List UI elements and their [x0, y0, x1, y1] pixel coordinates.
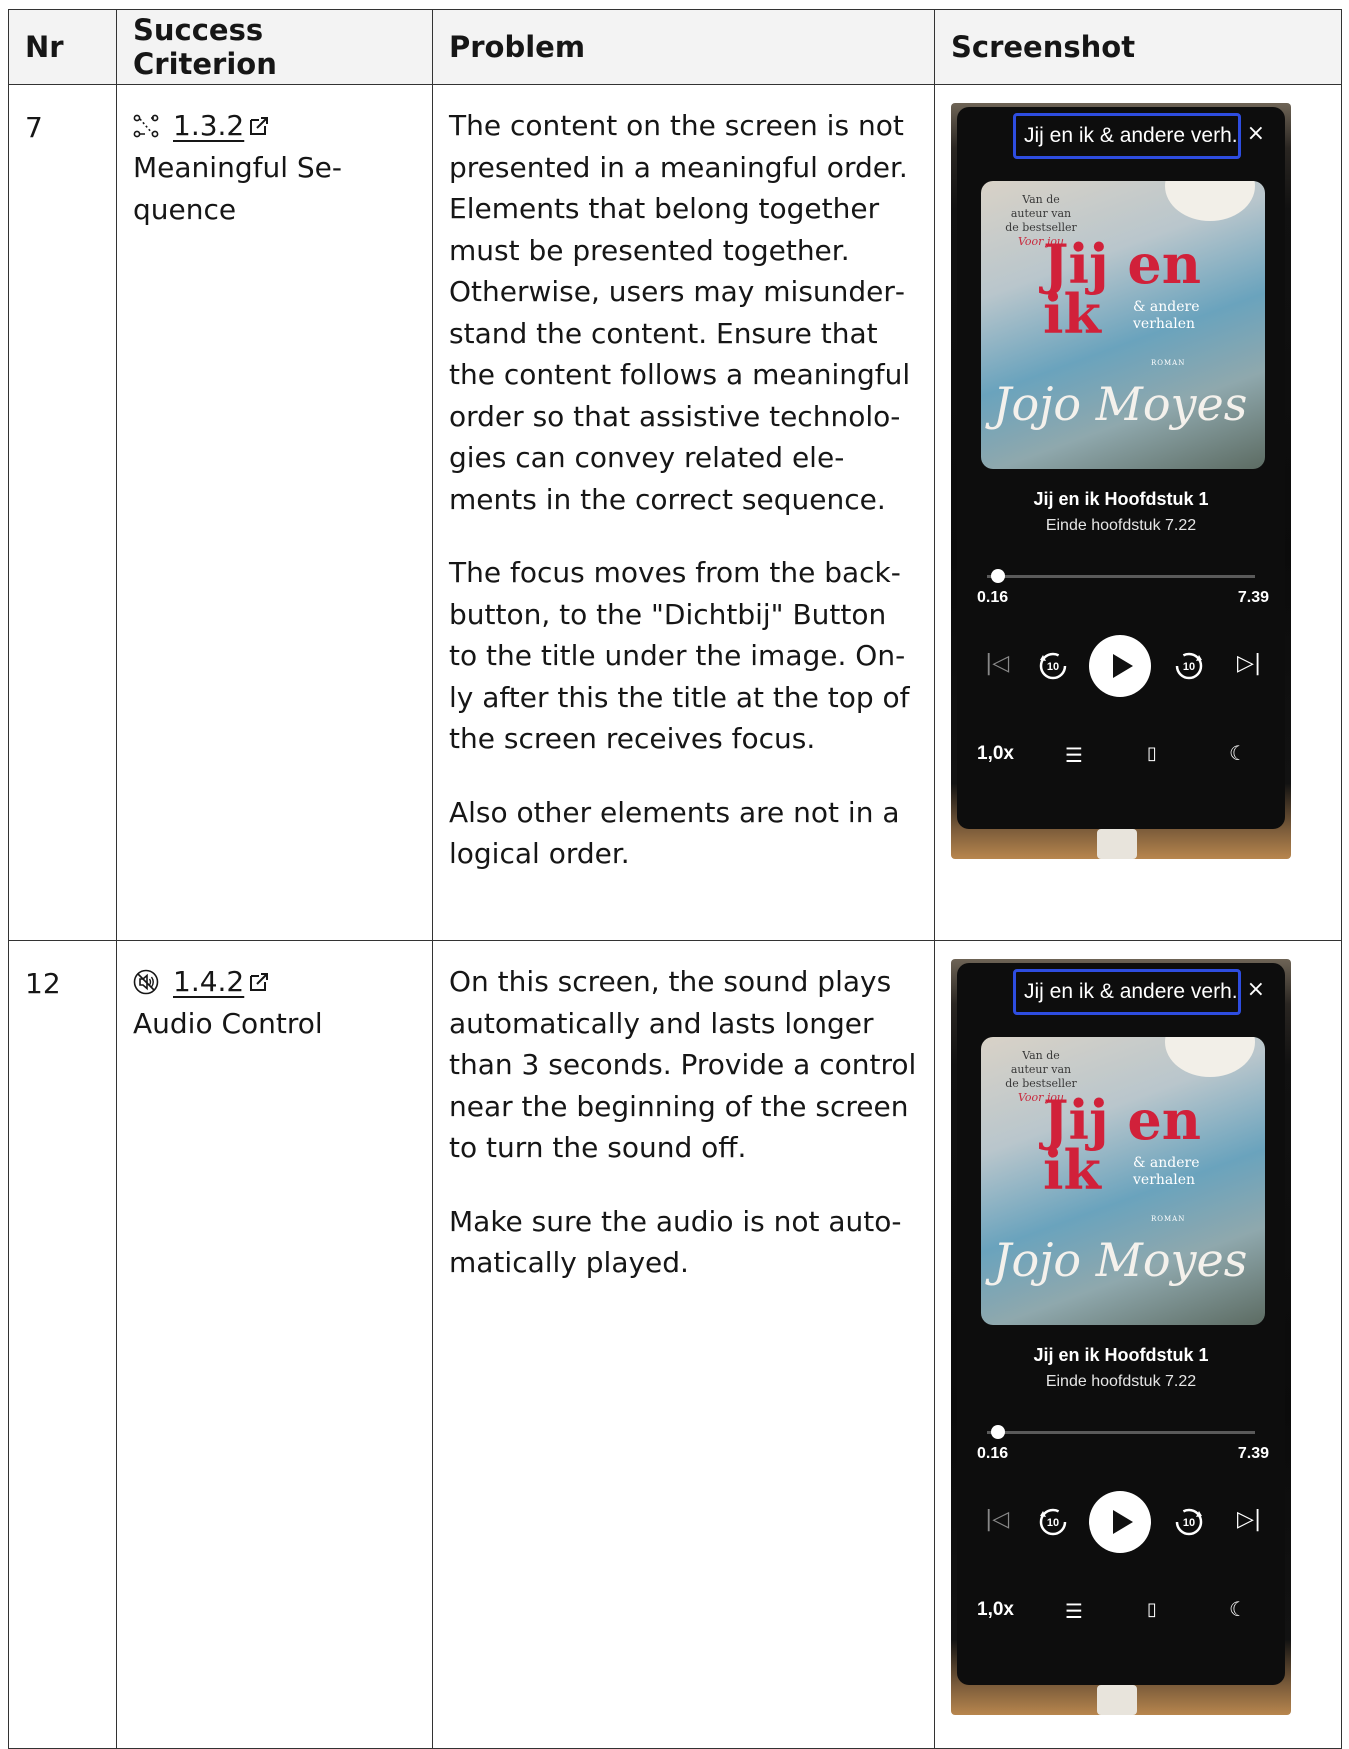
playback-speed: 1,0x: [977, 743, 1014, 764]
sleep-timer-icon: ☾: [1229, 1597, 1247, 1621]
playback-speed: 1,0x: [977, 1599, 1014, 1620]
forward-10-icon: 10: [1175, 652, 1203, 680]
screenshot-cell: Jij en ik & andere verh... × Van de aute…: [934, 940, 1342, 1749]
problem-cell: On this screen, the sound plays automati…: [432, 940, 935, 1749]
chapters-list-icon: ☰: [1065, 1599, 1083, 1623]
track-title: Jij en ik Hoofdstuk 1: [1033, 1345, 1209, 1365]
progress-track: [987, 1431, 1255, 1434]
external-link-icon: [250, 117, 269, 135]
charging-cable: [1097, 1685, 1137, 1715]
criterion-code: 1.4.2: [173, 965, 245, 998]
skip-next-icon: ▷|: [1237, 651, 1262, 676]
cover-subtitle-line: verhalen: [1133, 316, 1196, 332]
focused-title: Jij en ik & andere verh...: [1013, 113, 1241, 159]
track-subtitle: Einde hoofdstuk 7.22: [1045, 517, 1197, 534]
play-icon: [1089, 635, 1151, 697]
criterion-code: 1.3.2: [173, 109, 245, 142]
header-success-criterion: Success Criterion: [116, 9, 433, 85]
header-screenshot: Screenshot: [934, 9, 1342, 85]
skip-previous-icon: |◁: [985, 651, 1010, 676]
bookmark-icon: ▯: [1147, 743, 1157, 764]
criterion-name: Audio Control: [133, 1007, 323, 1040]
criterion-link-1-3-2[interactable]: 1.3.2: [173, 105, 270, 147]
sleep-timer-icon: ☾: [1229, 741, 1247, 765]
close-icon: ×: [1246, 121, 1265, 146]
cover-subtitle-line: & andere: [1133, 1155, 1200, 1171]
progress-track: [987, 575, 1255, 578]
problem-paragraph: The focus moves from the back­button, to…: [449, 556, 910, 755]
book-cover: Van de auteur van de bestseller Voor jou…: [981, 181, 1265, 469]
elapsed-time: 0.16: [977, 1445, 1009, 1462]
cover-tagline-line: Van de: [1022, 193, 1060, 206]
bookmark-icon: ▯: [1147, 1599, 1157, 1620]
criterion-name-line-1: Meaningful Se-: [133, 151, 342, 184]
problem-paragraph: Make sure the audio is not auto­maticall…: [449, 1204, 902, 1280]
total-time: 7.39: [1237, 589, 1269, 606]
app-screenshot: Jij en ik & andere verh... × Van de aute…: [951, 103, 1291, 859]
success-criterion-cell: 1.3.2 Meaningful Se- quence: [116, 84, 433, 941]
table-row: 7 1.3.2 Meaningful Se- quence The conten…: [8, 84, 1342, 941]
total-time: 7.39: [1237, 1445, 1269, 1462]
cover-subtitle-line: verhalen: [1133, 1172, 1196, 1188]
external-link-icon: [250, 973, 269, 991]
chapters-list-icon: ☰: [1065, 743, 1083, 767]
audio-off-icon: [133, 969, 159, 995]
cover-title-line: ik: [1043, 1138, 1101, 1202]
play-icon: [1089, 1491, 1151, 1553]
sequence-icon: [133, 114, 159, 138]
elapsed-time: 0.16: [977, 589, 1009, 606]
progress-handle: [990, 1425, 1005, 1439]
table-row: 12 1.4.2 Audio Control On this screen, t…: [8, 940, 1342, 1749]
app-screenshot: Jij en ik & andere verh... × Van de aute…: [951, 959, 1291, 1715]
cover-subtitle: & andere verhalen: [1133, 299, 1200, 333]
problem-paragraph: The content on the screen is not present…: [449, 109, 911, 516]
cover-subtitle: & andere verhalen: [1133, 1155, 1200, 1189]
cover-hat: [1165, 181, 1255, 221]
cover-author: Jojo Moyes: [993, 1233, 1248, 1287]
criterion-link-1-4-2[interactable]: 1.4.2: [173, 961, 270, 1003]
svg-text:10: 10: [1047, 1517, 1059, 1529]
cover-tagline-line: auteur van: [1010, 1063, 1072, 1076]
problem-paragraph: On this screen, the sound plays automati…: [449, 965, 917, 1164]
track-subtitle: Einde hoofdstuk 7.22: [1045, 1373, 1197, 1390]
skip-previous-icon: |◁: [985, 1507, 1010, 1532]
book-cover: Van de auteur van de bestseller Voor jou…: [981, 1037, 1265, 1325]
audit-table: Nr Success Criterion Problem Screenshot …: [8, 9, 1342, 1749]
criterion-name: Meaningful Se- quence: [133, 147, 416, 231]
cover-hat: [1165, 1037, 1255, 1077]
success-criterion-cell: 1.4.2 Audio Control: [116, 940, 433, 1749]
cover-roman: ROMAN: [1151, 359, 1186, 367]
progress-handle: [990, 569, 1005, 583]
cover-roman: ROMAN: [1151, 1215, 1186, 1223]
rewind-10-icon: 10: [1039, 1508, 1067, 1536]
rewind-10-icon: 10: [1039, 652, 1067, 680]
charging-cable: [1097, 829, 1137, 859]
header-problem: Problem: [432, 9, 935, 85]
cover-subtitle-line: & andere: [1133, 299, 1200, 315]
svg-text:10: 10: [1183, 1517, 1195, 1529]
cover-tagline-line: auteur van: [1010, 207, 1072, 220]
row-number: 7: [8, 84, 117, 941]
screenshot-cell: Jij en ik & andere verh... × Van de aute…: [934, 84, 1342, 941]
skip-next-icon: ▷|: [1237, 1507, 1262, 1532]
table-header-row: Nr Success Criterion Problem Screenshot: [8, 9, 1342, 85]
track-title: Jij en ik Hoofdstuk 1: [1033, 489, 1209, 509]
problem-cell: The content on the screen is not present…: [432, 84, 935, 941]
focused-title: Jij en ik & andere verh...: [1013, 969, 1241, 1015]
row-number: 12: [8, 940, 117, 1749]
criterion-name-line-2: quence: [133, 193, 237, 226]
cover-title-line: ik: [1043, 282, 1101, 346]
close-icon: ×: [1246, 977, 1265, 1002]
header-nr: Nr: [8, 9, 117, 85]
svg-text:10: 10: [1047, 661, 1059, 673]
forward-10-icon: 10: [1175, 1508, 1203, 1536]
cover-tagline-line: Van de: [1022, 1049, 1060, 1062]
problem-paragraph: Also other elements are not in a logical…: [449, 795, 900, 871]
svg-text:10: 10: [1183, 661, 1195, 673]
cover-author: Jojo Moyes: [993, 377, 1248, 431]
